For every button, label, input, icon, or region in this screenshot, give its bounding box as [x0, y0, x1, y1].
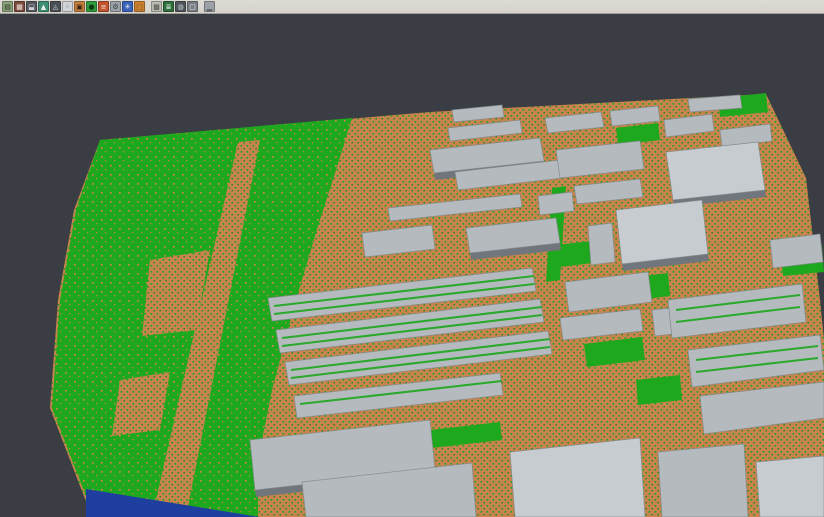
globe-icon[interactable]: ◍ — [175, 1, 186, 12]
selection-box-icon[interactable]: ⬚ — [134, 1, 145, 12]
toolbar-separator — [199, 1, 203, 12]
toolbar: ▤▦⬓▲◬⁘▣●≡⚙✳⬚ ▩≣◍▢ ▁ — [0, 0, 824, 14]
histogram-icon[interactable]: ▁ — [204, 1, 215, 12]
save-icon[interactable]: ▦ — [14, 1, 25, 12]
orthophoto-icon[interactable]: ▣ — [74, 1, 85, 12]
import-icon[interactable]: ⬓ — [26, 1, 37, 12]
point-cloud-icon[interactable]: ⁘ — [62, 1, 73, 12]
application-window: ▤▦⬓▲◬⁘▣●≡⚙✳⬚ ▩≣◍▢ ▁ — [0, 0, 824, 517]
terrain-icon[interactable]: ▲ — [38, 1, 49, 12]
toolbar-separator — [146, 1, 150, 12]
vegetation-class-icon[interactable]: ● — [86, 1, 97, 12]
ground-class-icon[interactable]: ≡ — [98, 1, 109, 12]
open-project-icon[interactable]: ▤ — [2, 1, 13, 12]
mesh-icon[interactable]: ◬ — [50, 1, 61, 12]
axes-icon[interactable]: ✳ — [122, 1, 133, 12]
viewport-3d-canvas[interactable] — [0, 0, 824, 517]
settings-gear-icon[interactable]: ⚙ — [110, 1, 121, 12]
layers-icon[interactable]: ≣ — [163, 1, 174, 12]
snapshot-icon[interactable]: ▢ — [187, 1, 198, 12]
texture-grid-icon[interactable]: ▩ — [151, 1, 162, 12]
